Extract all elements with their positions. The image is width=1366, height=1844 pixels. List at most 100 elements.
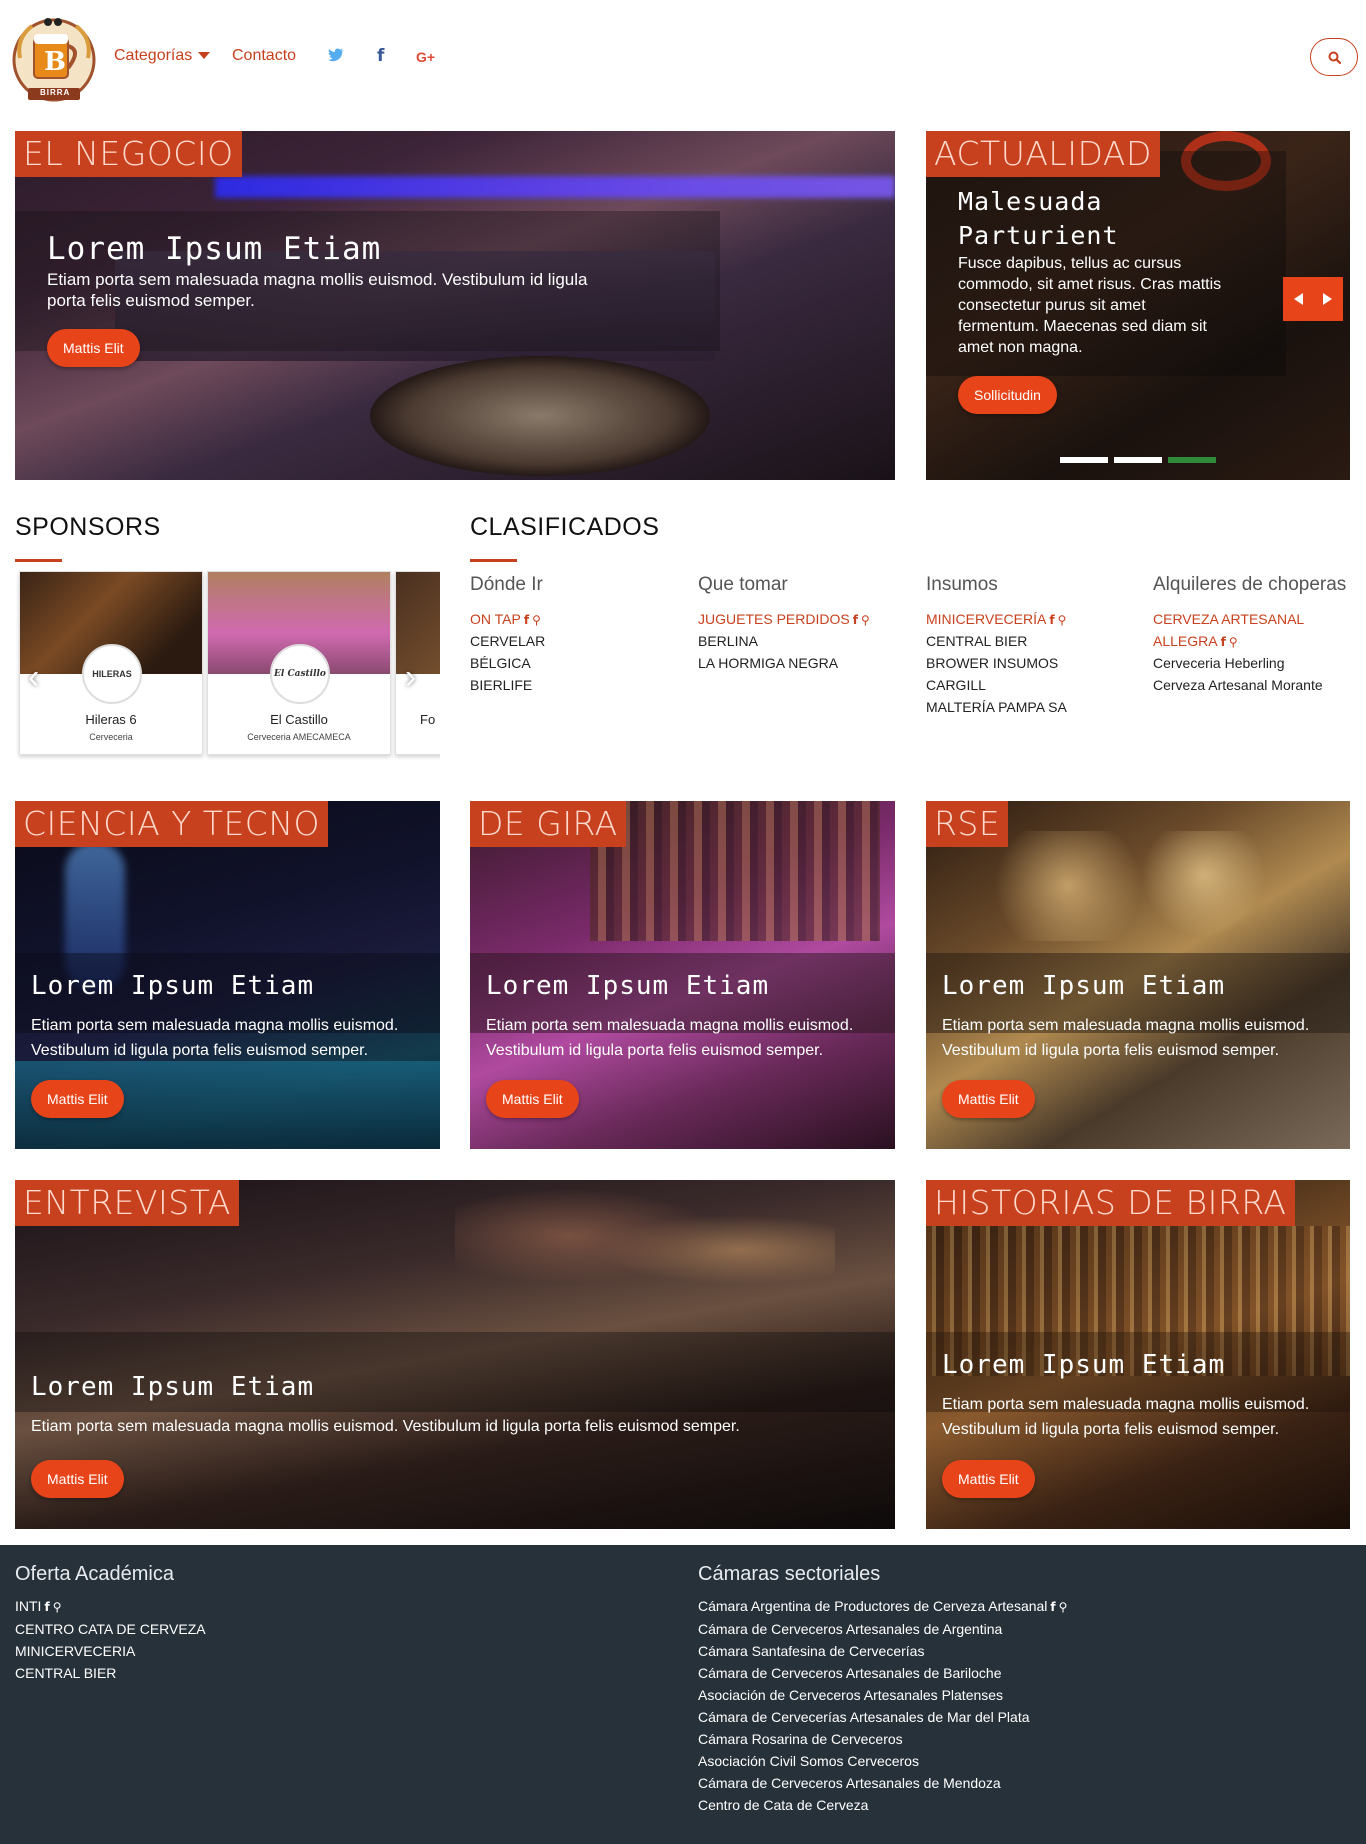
sponsor-image bbox=[396, 572, 440, 674]
classifieds-item-label: CERVELAR bbox=[470, 633, 546, 649]
card-lights-shape bbox=[455, 1180, 835, 1320]
classifieds-item[interactable]: BROWER INSUMOS bbox=[926, 652, 1058, 674]
classifieds-item[interactable]: MALTERÍA PAMPA SA bbox=[926, 696, 1067, 718]
article-card[interactable]: HISTORIAS DE BIRRA Lorem Ipsum Etiam Eti… bbox=[926, 1180, 1350, 1529]
news-slide-indicator-3[interactable] bbox=[1168, 457, 1216, 463]
card-title: Lorem Ipsum Etiam bbox=[31, 971, 315, 1001]
footer-link[interactable]: Asociación de Cerveceros Artesanales Pla… bbox=[698, 1684, 1067, 1706]
footer-link[interactable]: Cámara Rosarina de Cerveceros bbox=[698, 1728, 1067, 1750]
map-pin-icon[interactable]: ⚲ bbox=[1059, 1600, 1068, 1614]
logo-text: BIRRA bbox=[40, 88, 71, 97]
hero-category-label: EL NEGOCIO bbox=[15, 131, 242, 177]
classifieds-item[interactable]: CERVELAR bbox=[470, 630, 545, 652]
card-button[interactable]: Mattis Elit bbox=[942, 1080, 1035, 1118]
card-category-label: DE GIRA bbox=[470, 801, 626, 847]
nav-categorias-label: Categorías bbox=[114, 47, 193, 64]
sponsors-next-arrow[interactable]: › bbox=[405, 658, 416, 697]
classifieds-item[interactable]: Cerveceria Heberling bbox=[1153, 652, 1285, 674]
news-next-button[interactable] bbox=[1313, 277, 1343, 321]
hero-neon-strip bbox=[215, 176, 895, 198]
caret-down-icon bbox=[198, 52, 211, 60]
footer-link[interactable]: Cámara de Cervecerías Artesanales de Mar… bbox=[698, 1706, 1067, 1728]
footer-link[interactable]: MINICERVECERIA bbox=[15, 1640, 206, 1662]
facebook-icon[interactable]: f bbox=[1221, 635, 1226, 649]
classifieds-item[interactable]: ALLEGRA f ⚲ bbox=[1153, 630, 1238, 653]
news-prev-button[interactable] bbox=[1283, 277, 1313, 321]
article-card[interactable]: DE GIRA Lorem Ipsum Etiam Etiam porta se… bbox=[470, 801, 895, 1149]
sponsors-prev-arrow[interactable]: ‹ bbox=[28, 658, 39, 697]
news-button[interactable]: Sollicitudin bbox=[958, 376, 1057, 414]
search-icon bbox=[1328, 51, 1341, 64]
article-card[interactable]: RSE Lorem Ipsum Etiam Etiam porta sem ma… bbox=[926, 801, 1350, 1149]
classifieds-item[interactable]: BERLINA bbox=[698, 630, 758, 652]
card-text: Etiam porta sem malesuada magna mollis e… bbox=[486, 1017, 854, 1059]
classifieds-column-title: Alquileres de choperas bbox=[1153, 574, 1347, 595]
facebook-icon[interactable]: f bbox=[524, 613, 529, 627]
classifieds-item-label: ALLEGRA bbox=[1153, 633, 1218, 649]
nav-contacto[interactable]: Contacto bbox=[232, 47, 296, 65]
classifieds-item[interactable]: MINICERVECERÍA f ⚲ bbox=[926, 608, 1066, 631]
footer-oferta-title: Oferta Académica bbox=[15, 1563, 174, 1585]
news-slide-indicator-1[interactable] bbox=[1060, 457, 1108, 463]
site-footer: Oferta Académica INTI f ⚲ CENTRO CATA DE CE… bbox=[0, 1545, 1366, 1844]
map-pin-icon[interactable]: ⚲ bbox=[1229, 635, 1238, 649]
facebook-icon[interactable]: f bbox=[44, 1600, 49, 1614]
hero-button[interactable]: Mattis Elit bbox=[47, 329, 140, 367]
classifieds-item[interactable]: BIERLIFE bbox=[470, 674, 532, 696]
nav-categorias[interactable]: Categorías bbox=[114, 47, 211, 65]
facebook-icon[interactable]: f bbox=[853, 613, 858, 627]
footer-link[interactable]: Centro de Cata de Cerveza bbox=[698, 1794, 1067, 1816]
classifieds-item[interactable]: JUGUETES PERDIDOS f ⚲ bbox=[698, 608, 870, 631]
classifieds-item[interactable]: ON TAP f ⚲ bbox=[470, 608, 541, 631]
twitter-icon[interactable] bbox=[328, 48, 344, 66]
map-pin-icon[interactable]: ⚲ bbox=[1058, 613, 1067, 627]
footer-link[interactable]: CENTRAL BIER bbox=[15, 1662, 206, 1684]
classifieds-item[interactable]: CARGILL bbox=[926, 674, 986, 696]
footer-link[interactable]: CENTRO CATA DE CERVEZA bbox=[15, 1618, 206, 1640]
article-card[interactable]: CIENCIA Y TECNO Lorem Ipsum Etiam Etiam … bbox=[15, 801, 440, 1149]
facebook-icon[interactable]: f bbox=[377, 46, 384, 66]
footer-link-label: Cámara de Cerveceros Artesanales de Bari… bbox=[698, 1665, 1002, 1681]
map-pin-icon[interactable]: ⚲ bbox=[53, 1600, 62, 1614]
footer-link[interactable]: Cámara de Cerveceros Artesanales de Arge… bbox=[698, 1618, 1067, 1640]
footer-link[interactable]: Cámara de Cerveceros Artesanales de Mend… bbox=[698, 1772, 1067, 1794]
card-button[interactable]: Mattis Elit bbox=[31, 1080, 124, 1118]
card-text: Etiam porta sem malesuada magna mollis e… bbox=[942, 1396, 1310, 1438]
classifieds-column-title: Insumos bbox=[926, 574, 998, 595]
card-button[interactable]: Mattis Elit bbox=[486, 1080, 579, 1118]
card-title: Lorem Ipsum Etiam bbox=[486, 971, 770, 1001]
classifieds-item-label: CENTRAL BIER bbox=[926, 633, 1028, 649]
classifieds-item[interactable]: LA HORMIGA NEGRA bbox=[698, 652, 838, 674]
footer-link[interactable]: Cámara Argentina de Productores de Cerve… bbox=[698, 1595, 1067, 1618]
classifieds-column-title: Dónde Ir bbox=[470, 574, 543, 595]
site-logo[interactable]: B BIRRA bbox=[10, 8, 98, 106]
footer-link[interactable]: Cámara de Cerveceros Artesanales de Bari… bbox=[698, 1662, 1067, 1684]
card-text: Etiam porta sem malesuada magna mollis e… bbox=[942, 1017, 1310, 1059]
sponsor-card[interactable]: El Castillo El Castillo Cerveceria AMECA… bbox=[207, 571, 391, 755]
sponsor-card[interactable]: HILERAS Hileras 6 Cerveceria bbox=[19, 571, 203, 755]
search-button[interactable] bbox=[1310, 38, 1358, 76]
card-button[interactable]: Mattis Elit bbox=[942, 1460, 1035, 1498]
article-card[interactable]: ENTREVISTA Lorem Ipsum Etiam Etiam porta… bbox=[15, 1180, 895, 1529]
sponsor-card[interactable]: Fo bbox=[395, 571, 440, 755]
footer-link[interactable]: Asociación Civil Somos Cerveceros bbox=[698, 1750, 1067, 1772]
sponsor-name: Hileras 6 bbox=[85, 712, 137, 727]
footer-link[interactable]: INTI f ⚲ bbox=[15, 1595, 206, 1618]
classifieds-item[interactable]: Cerveza Artesanal Morante bbox=[1153, 674, 1323, 696]
footer-link-label: INTI bbox=[15, 1598, 42, 1614]
googleplus-icon[interactable]: G+ bbox=[416, 49, 435, 65]
classifieds-item[interactable]: BÉLGICA bbox=[470, 652, 531, 674]
news-card[interactable]: ACTUALIDAD Malesuada Parturient Fusce da… bbox=[926, 131, 1350, 480]
classifieds-item[interactable]: CERVEZA ARTESANAL bbox=[1153, 608, 1304, 630]
facebook-icon[interactable]: f bbox=[1050, 1600, 1055, 1614]
hero-card[interactable]: EL NEGOCIO Lorem Ipsum Etiam Etiam porta… bbox=[15, 131, 895, 480]
facebook-icon[interactable]: f bbox=[1049, 613, 1054, 627]
svg-text:B: B bbox=[44, 47, 66, 77]
map-pin-icon[interactable]: ⚲ bbox=[861, 613, 870, 627]
sponsor-subtitle: Cerveceria AMECAMECA bbox=[247, 732, 351, 742]
card-button[interactable]: Mattis Elit bbox=[31, 1460, 124, 1498]
classifieds-item[interactable]: CENTRAL BIER bbox=[926, 630, 1027, 652]
map-pin-icon[interactable]: ⚲ bbox=[532, 613, 541, 627]
news-slide-indicator-2[interactable] bbox=[1114, 457, 1162, 463]
footer-link[interactable]: Cámara Santafesina de Cervecerías bbox=[698, 1640, 1067, 1662]
